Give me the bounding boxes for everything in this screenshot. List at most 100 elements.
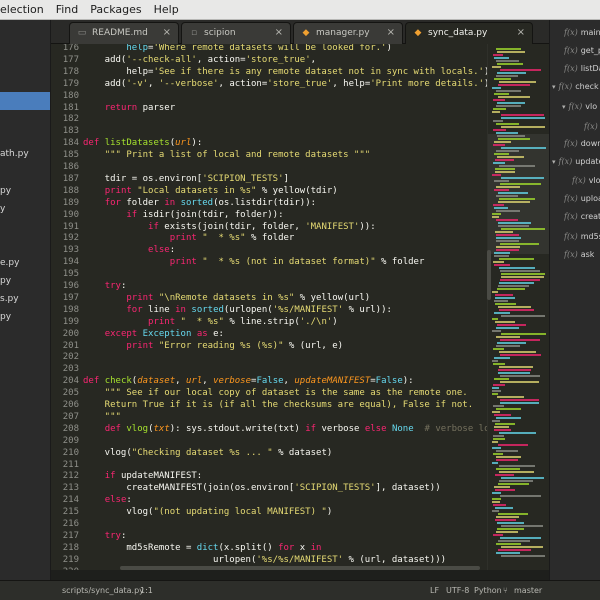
code-line[interactable]: 178 help='See if there is any remote dat… [51,66,487,78]
code-line[interactable]: 198 for line in sorted(urlopen('%s/MANIF… [51,304,487,316]
menu-help[interactable]: Help [148,3,185,16]
tree-item[interactable]: py [0,182,50,200]
chevron-down-icon[interactable]: ▾ [562,103,566,111]
code-text: if isdir(join(tdir, folder)): [126,209,284,220]
tree-item[interactable]: y [0,200,50,218]
symbol-item[interactable]: f(x)listData [564,60,600,78]
code-line[interactable]: 187 tdir = os.environ['SCIPION_TESTS'] [51,173,487,185]
code-line[interactable]: 177 add('--check-all', action='store_tru… [51,54,487,66]
status-grammar[interactable]: Python [474,581,502,600]
code-line[interactable]: 218 md5sRemote = dict(x.split() for x in [51,542,487,554]
minimap[interactable] [487,44,549,570]
code-line[interactable]: 213 createMANIFEST(join(os.environ['SCIP… [51,482,487,494]
symbol-item[interactable]: ▾ f(x) vlo [562,98,597,116]
minimap-line [496,345,520,347]
symbol-item[interactable]: f(x)downl [564,135,600,153]
code-line[interactable]: 180 [51,90,487,102]
symbol-item[interactable]: f(x)md5su [564,228,600,246]
minimap-viewport[interactable] [488,134,549,254]
symbol-item[interactable]: f(x) ask [564,246,594,264]
chevron-down-icon[interactable]: ▾ [552,83,556,91]
symbol-item[interactable]: f(x) main [564,24,600,42]
code-line[interactable]: 215 vlog("(not updating local MANIFEST) … [51,506,487,518]
minimap-line [494,312,510,314]
code-line[interactable]: 209 [51,435,487,447]
code-line[interactable]: 188 print "Local datasets in %s" % yello… [51,185,487,197]
code-line[interactable]: 181 return parser [51,102,487,114]
tree-item[interactable]: s.py [0,290,50,308]
code-line[interactable]: 185 """ Print a list of local and remote… [51,149,487,161]
code-line[interactable]: 194 print " * %s (not in dataset format)… [51,256,487,268]
minimap-line [499,198,535,200]
symbol-item[interactable]: ▾ f(x) check [552,78,599,96]
close-icon[interactable]: × [163,23,171,43]
vertical-scrollbar[interactable] [487,250,491,300]
symbol-item[interactable]: f(x) [584,118,600,136]
code-line[interactable]: 200 except Exception as e: [51,328,487,340]
close-icon[interactable]: × [275,23,283,43]
code-line[interactable]: 195 [51,268,487,280]
close-icon[interactable]: × [387,23,395,43]
code-line[interactable]: 205 """ See if our local copy of dataset… [51,387,487,399]
symbol-item[interactable]: f(x)create [564,208,600,226]
code-line[interactable]: 183 [51,125,487,137]
code-line[interactable]: 190 if isdir(join(tdir, folder)): [51,209,487,221]
menu-find[interactable]: Find [50,3,85,16]
line-number: 203 [62,364,79,375]
code-line[interactable]: 212 if updateMANIFEST: [51,470,487,482]
menu-packages[interactable]: Packages [84,3,147,16]
code-line[interactable]: 192 print " * %s" % folder [51,232,487,244]
code-line[interactable]: 210 vlog("Checking dataset %s ... " % da… [51,447,487,459]
code-line[interactable]: 197 print "\nRemote datasets in %s" % ye… [51,292,487,304]
code-text: Return True if it is (if all the checksu… [83,400,474,410]
code-line[interactable]: 191 if exists(join(tdir, folder, 'MANIFE… [51,221,487,233]
code-line[interactable]: 184 def listDatasets(url): [51,137,487,149]
code-text: if updateMANIFEST: [104,471,203,482]
tree-item[interactable]: ath.py [0,145,50,163]
code-line[interactable]: 182 [51,113,487,125]
symbol-item[interactable]: f(x)get_pa [564,42,600,60]
code-line[interactable]: 217 try: [51,530,487,542]
code-line[interactable]: 219 urlopen('%s/%s/MANIFEST' % (url, dat… [51,554,487,566]
code-line[interactable]: 214 else: [51,494,487,506]
symbol-item[interactable]: ▾f(x)update [552,153,600,171]
code-line[interactable]: 179 add('-v', '--verbose', action='store… [51,78,487,90]
status-branch[interactable]: master [514,581,542,600]
code-line[interactable]: 201 print "Error reading %s (%s)" % (url… [51,340,487,352]
code-line[interactable]: 193 else: [51,244,487,256]
code-line[interactable]: 202 [51,351,487,363]
code-line[interactable]: 203 [51,363,487,375]
code-line[interactable]: 199 print " * %s" % line.strip('./\n') [51,316,487,328]
code-line[interactable]: 207 """ [51,411,487,423]
tree-item[interactable]: py [0,272,50,290]
code-line[interactable]: 196 try: [51,280,487,292]
symbol-item[interactable]: f(x) vlo [572,172,600,190]
tab-scipion[interactable]: ▫ scipion × [181,22,291,44]
code-line[interactable]: 186 [51,161,487,173]
status-cursor-position[interactable]: 1:1 [140,581,153,600]
code-line[interactable]: 216 [51,518,487,530]
code-line[interactable]: 211 [51,459,487,471]
code-line[interactable]: 204 def check(dataset, url, verbose=False… [51,375,487,387]
tree-item-selected[interactable] [0,92,50,110]
tab-readme[interactable]: ▭ README.md × [69,22,179,44]
chevron-down-icon[interactable]: ▾ [552,158,556,166]
code-editor[interactable]: 176 help='Where remote datasets will be … [51,44,487,570]
code-line[interactable]: 189 for folder in sorted(os.listdir(tdir… [51,197,487,209]
code-line[interactable]: 208 def vlog(txt): sys.stdout.write(txt)… [51,423,487,435]
status-line-ending[interactable]: LF [430,581,439,600]
status-file-path[interactable]: scripts/sync_data.py [62,581,144,600]
tree-item[interactable]: py [0,308,50,326]
code-line[interactable]: 176 help='Where remote datasets will be … [51,44,487,54]
close-icon[interactable]: × [517,23,525,43]
tab-sync-data[interactable]: ◆ sync_data.py × [405,22,533,44]
tab-manager[interactable]: ◆ manager.py × [293,22,403,44]
minimap-line [498,285,529,287]
symbol-item[interactable]: f(x)upload [564,190,600,208]
minimap-line [501,273,545,275]
horizontal-scrollbar[interactable] [120,566,480,570]
status-encoding[interactable]: UTF-8 [446,581,469,600]
code-line[interactable]: 206 Return True if it is (if all the che… [51,399,487,411]
menu-selection[interactable]: election [0,3,50,16]
tree-item[interactable]: e.py [0,254,50,272]
